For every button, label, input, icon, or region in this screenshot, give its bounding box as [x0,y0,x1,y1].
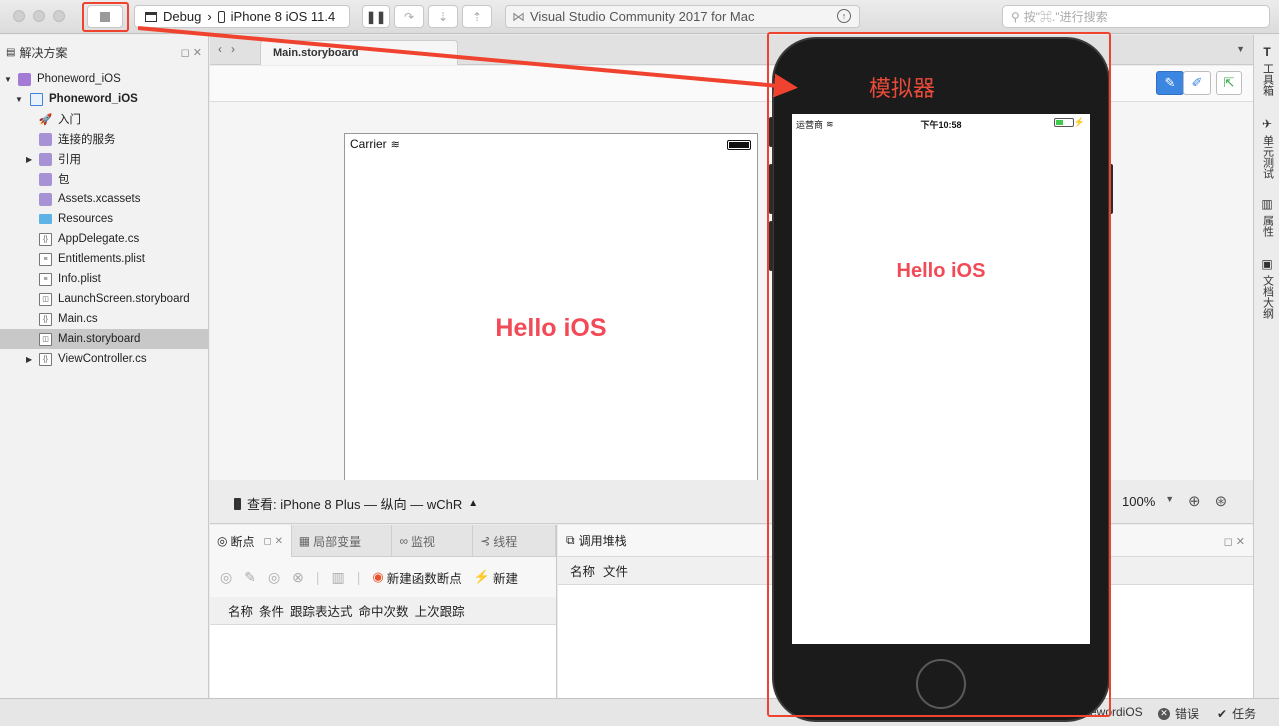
annotation-arrow [137,26,798,98]
